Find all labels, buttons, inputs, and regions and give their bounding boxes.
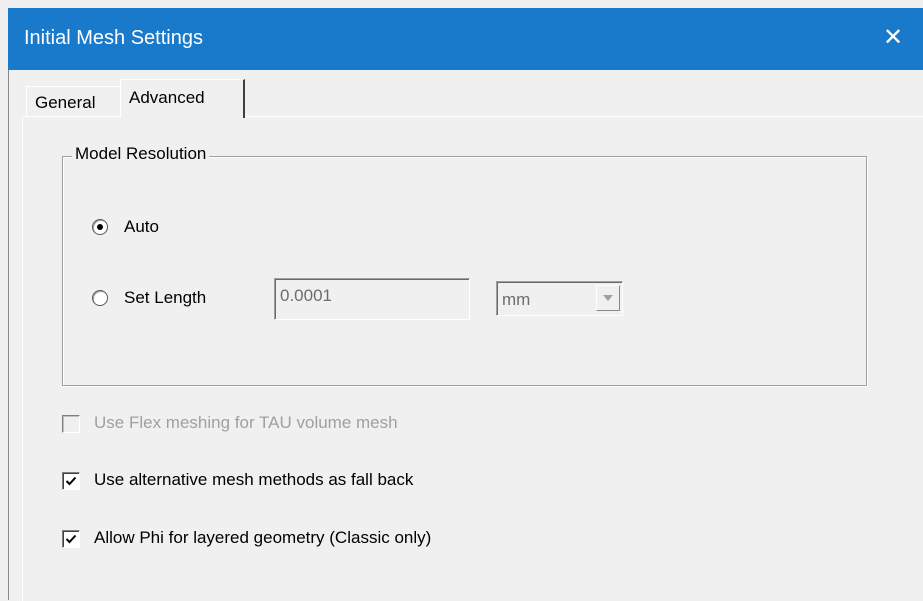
flex-meshing-label: Use Flex meshing for TAU volume mesh bbox=[94, 413, 398, 432]
alt-mesh-checkbox[interactable] bbox=[62, 472, 80, 490]
chevron-down-icon[interactable] bbox=[596, 285, 620, 311]
set-length-radio-label[interactable]: Set Length bbox=[124, 288, 206, 308]
close-icon: ✕ bbox=[882, 24, 904, 51]
unit-select[interactable]: mm bbox=[496, 281, 623, 316]
tab-advanced[interactable]: Advanced bbox=[120, 79, 245, 118]
model-resolution-group bbox=[62, 156, 867, 386]
flex-meshing-checkbox[interactable] bbox=[62, 415, 80, 433]
length-value-input[interactable]: 0.0001 bbox=[274, 278, 470, 320]
auto-radio[interactable] bbox=[92, 219, 108, 235]
set-length-radio[interactable] bbox=[92, 290, 108, 306]
unit-select-value: mm bbox=[502, 290, 531, 309]
alt-mesh-label[interactable]: Use alternative mesh methods as fall bac… bbox=[94, 470, 413, 490]
auto-radio-label[interactable]: Auto bbox=[124, 217, 159, 237]
allow-phi-checkbox[interactable] bbox=[62, 530, 80, 548]
allow-phi-label[interactable]: Allow Phi for layered geometry (Classic … bbox=[94, 528, 431, 548]
checkmark-icon bbox=[65, 476, 77, 486]
length-value-text: 0.0001 bbox=[280, 286, 332, 305]
title-bar: Initial Mesh Settings ✕ bbox=[8, 8, 923, 70]
tab-general[interactable]: General bbox=[26, 86, 121, 117]
checkmark-icon bbox=[65, 534, 77, 544]
window-left-border bbox=[8, 70, 9, 600]
tab-advanced-label: Advanced bbox=[129, 88, 205, 107]
window-title: Initial Mesh Settings bbox=[24, 27, 203, 49]
tab-general-label: General bbox=[35, 93, 96, 112]
model-resolution-legend: Model Resolution bbox=[72, 144, 210, 164]
close-button[interactable]: ✕ bbox=[863, 8, 923, 70]
